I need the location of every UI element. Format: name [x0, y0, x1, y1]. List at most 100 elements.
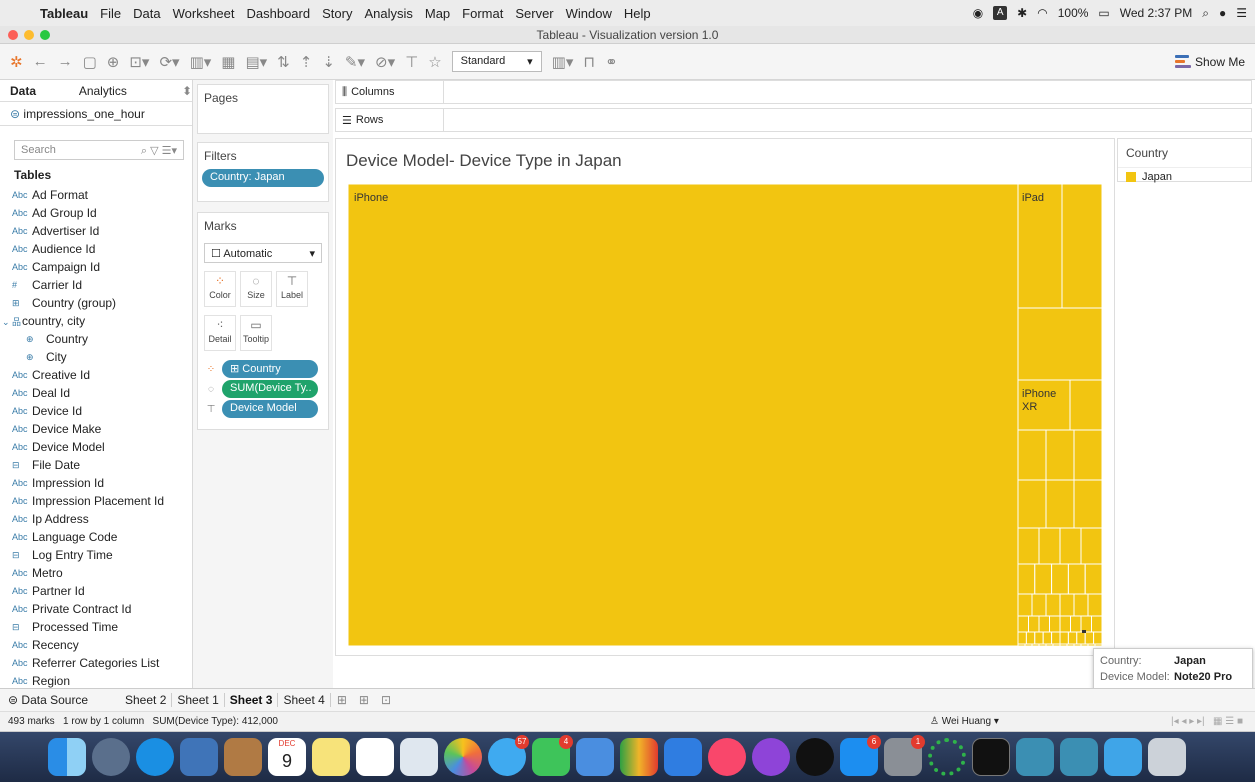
- finder-icon[interactable]: [48, 738, 86, 776]
- menu-worksheet[interactable]: Worksheet: [173, 6, 235, 21]
- field-item[interactable]: Abc Metro: [0, 564, 192, 582]
- treemap-rect[interactable]: [1059, 615, 1071, 633]
- menu-format[interactable]: Format: [462, 6, 503, 21]
- siri-icon[interactable]: ●: [1219, 6, 1226, 20]
- treemap-rect[interactable]: [1052, 643, 1061, 646]
- calendar-icon[interactable]: DEC 9: [268, 738, 306, 776]
- field-item[interactable]: Abc Impression Placement Id: [0, 492, 192, 510]
- music-icon[interactable]: [708, 738, 746, 776]
- treemap-rect[interactable]: [1017, 479, 1047, 529]
- new-worksheet-icon[interactable]: ⊞: [331, 693, 353, 707]
- close-window-icon[interactable]: [8, 30, 18, 40]
- fit-select[interactable]: Standard ▾: [451, 51, 542, 72]
- numbers-icon[interactable]: [620, 738, 658, 776]
- field-item[interactable]: Abc Campaign Id: [0, 258, 192, 276]
- marks-color-button[interactable]: ⁘ Color: [204, 271, 236, 307]
- tableau-app-icon[interactable]: [1016, 738, 1054, 776]
- menu-window[interactable]: Window: [566, 6, 612, 21]
- treemap-rect[interactable]: [1067, 631, 1078, 645]
- new-worksheet-icon[interactable]: ▥▾: [190, 53, 212, 71]
- treemap-rect[interactable]: [1017, 527, 1040, 565]
- treemap-rect[interactable]: [1025, 631, 1036, 645]
- messages-icon[interactable]: 57: [488, 735, 529, 776]
- search-filter-icons[interactable]: ⌕ ▽ ☰▾: [141, 144, 177, 157]
- treemap-rect[interactable]: [1034, 631, 1044, 645]
- treemap-rect[interactable]: [1076, 631, 1086, 645]
- field-item[interactable]: Abc Creative Id: [0, 366, 192, 384]
- field-item[interactable]: Abc Ip Address: [0, 510, 192, 528]
- field-item[interactable]: Abc Device Id: [0, 402, 192, 420]
- tableau-logo-icon[interactable]: ✲: [10, 53, 23, 71]
- treemap-rect[interactable]: [1084, 563, 1102, 595]
- downloads-folder-icon[interactable]: [1104, 738, 1142, 776]
- treemap-rect-iphone[interactable]: [348, 184, 1019, 646]
- treemap-rect[interactable]: [1066, 643, 1075, 646]
- pages-card[interactable]: Pages: [197, 84, 329, 134]
- sort-descending-icon[interactable]: ⇣: [322, 53, 335, 71]
- reminders-icon[interactable]: [356, 738, 394, 776]
- treemap-rect[interactable]: [1080, 643, 1089, 646]
- datasource-item[interactable]: ⊜ impressions_one_hour: [0, 102, 192, 126]
- keynote-icon[interactable]: [576, 738, 614, 776]
- treemap-rect[interactable]: [1059, 593, 1075, 617]
- sort-ascending-icon[interactable]: ⇡: [300, 53, 313, 71]
- field-item[interactable]: Abc Language Code: [0, 528, 192, 546]
- field-item[interactable]: Abc Device Model: [0, 438, 192, 456]
- rows-shelf[interactable]: ☰ Rows: [335, 108, 1252, 132]
- marks-tooltip-button[interactable]: ▭ Tooltip: [240, 315, 272, 351]
- marks-pill-country[interactable]: ⊞ Country: [222, 360, 318, 378]
- apple-tv-icon[interactable]: [796, 738, 834, 776]
- terminal-icon[interactable]: [972, 738, 1010, 776]
- field-item[interactable]: ⊕ Country: [0, 330, 192, 348]
- treemap-rect[interactable]: [1051, 563, 1069, 595]
- menu-analysis[interactable]: Analysis: [364, 6, 412, 21]
- tab-sheet-4[interactable]: Sheet 4: [278, 693, 331, 707]
- field-item[interactable]: Abc Advertiser Id: [0, 222, 192, 240]
- treemap-rect[interactable]: [1073, 593, 1089, 617]
- treemap-rect[interactable]: [1038, 527, 1061, 565]
- field-search-input[interactable]: Search ⌕ ▽ ☰▾: [14, 140, 184, 160]
- tab-sheet-1[interactable]: Sheet 1: [172, 693, 225, 707]
- treemap-rect[interactable]: [1045, 429, 1075, 481]
- treemap-rect[interactable]: [1067, 563, 1086, 595]
- user-menu[interactable]: ♙ Wei Huang ▾: [930, 716, 999, 727]
- treemap-rect[interactable]: [1080, 615, 1092, 633]
- fix-axes-icon[interactable]: ☆: [428, 53, 441, 71]
- filters-card[interactable]: Filters Country: Japan: [197, 142, 329, 202]
- system-preferences-icon[interactable]: 1: [884, 735, 925, 776]
- field-item[interactable]: Abc Audience Id: [0, 240, 192, 258]
- app-store-icon[interactable]: 6: [840, 735, 881, 776]
- field-item[interactable]: Abc Recency: [0, 636, 192, 654]
- add-datasource-icon[interactable]: ⊕: [107, 53, 120, 71]
- treemap-rect[interactable]: [1017, 593, 1033, 617]
- new-story-icon[interactable]: ⊡: [375, 693, 397, 707]
- field-item[interactable]: Abc Impression Id: [0, 474, 192, 492]
- field-item[interactable]: Abc Private Contract Id: [0, 600, 192, 618]
- treemap-rect[interactable]: [1070, 615, 1082, 633]
- field-item[interactable]: Abc Region: [0, 672, 192, 688]
- treemap-rect[interactable]: [1073, 429, 1102, 481]
- mark-type-select[interactable]: ☐ Automatic ▾: [204, 243, 322, 263]
- group-icon[interactable]: ⊘▾: [375, 53, 395, 71]
- field-item[interactable]: ⊞ Country (group): [0, 294, 192, 312]
- filter-pill-country[interactable]: Country: Japan: [202, 169, 324, 187]
- treemap-rect[interactable]: [1059, 527, 1082, 565]
- datasource-menu-icon[interactable]: ⊡▾: [129, 53, 149, 71]
- activity-monitor-icon[interactable]: [928, 738, 966, 776]
- treemap-rect[interactable]: [1049, 615, 1061, 633]
- treemap-rect[interactable]: [1080, 527, 1102, 565]
- menu-server[interactable]: Server: [515, 6, 553, 21]
- new-dashboard-icon[interactable]: ⊞: [353, 693, 375, 707]
- treemap-rect[interactable]: [1061, 184, 1102, 309]
- share-icon[interactable]: ⚭: [605, 53, 618, 71]
- clock[interactable]: Wed 2:37 PM: [1120, 6, 1192, 20]
- back-icon[interactable]: ←: [33, 53, 48, 70]
- field-item[interactable]: ⊕ City: [0, 348, 192, 366]
- duplicate-sheet-icon[interactable]: ▦: [221, 53, 235, 71]
- sheet-navigation-controls[interactable]: |◂ ◂ ▸ ▸| ▦ ☰ ■: [1171, 716, 1243, 727]
- input-source-icon[interactable]: A: [993, 6, 1008, 20]
- swap-icon[interactable]: ⇅: [277, 53, 290, 71]
- treemap-rect[interactable]: [1038, 643, 1047, 646]
- field-item[interactable]: Abc Ad Format: [0, 186, 192, 204]
- facetime-icon[interactable]: 4: [532, 735, 573, 776]
